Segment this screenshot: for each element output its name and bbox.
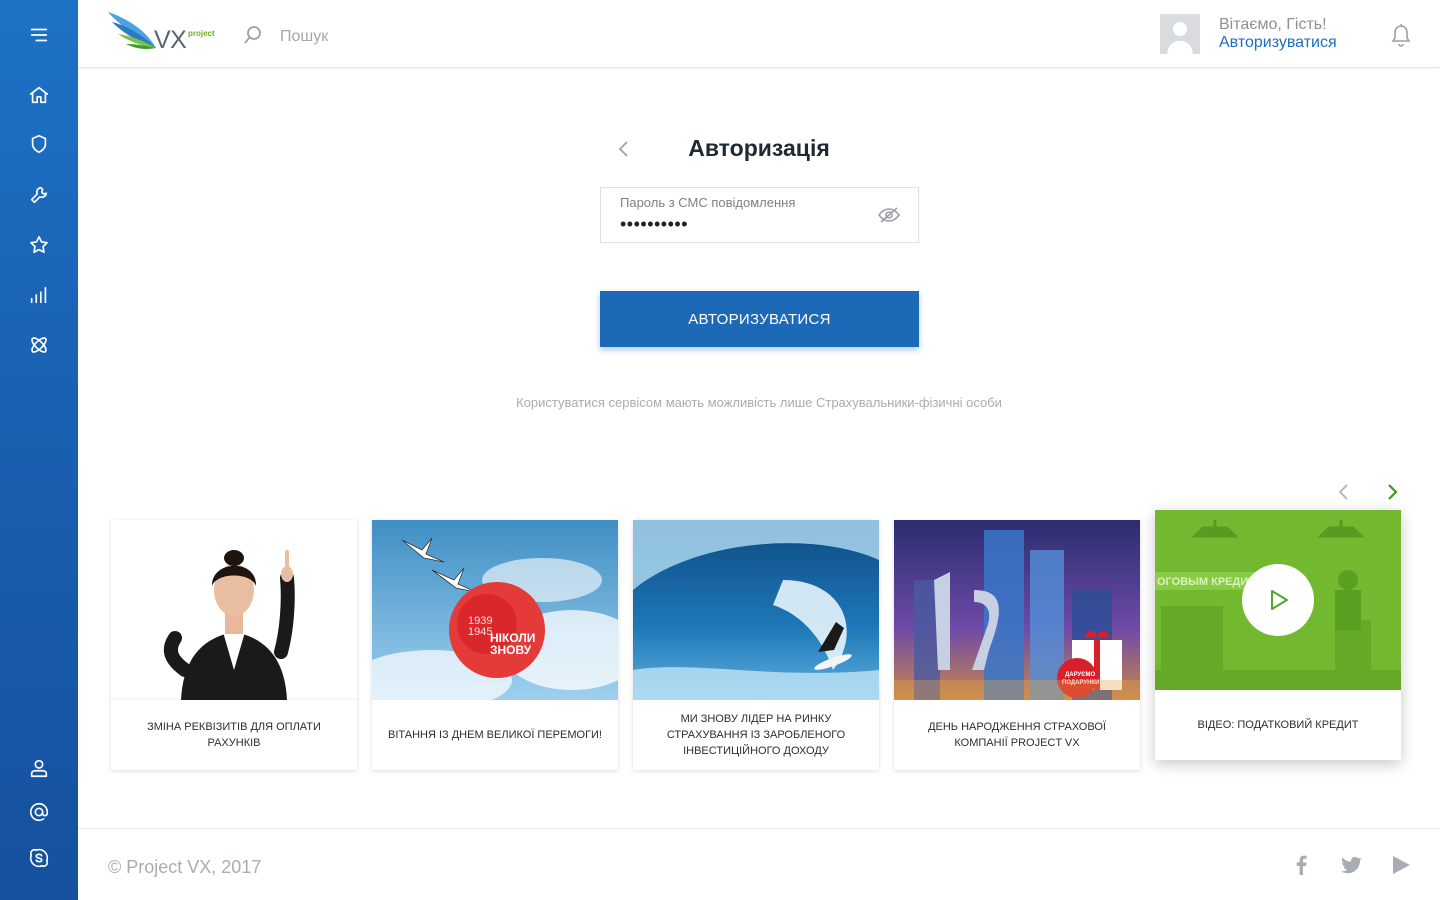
search-icon[interactable] <box>243 25 263 45</box>
password-label: Пароль з СМС повідомлення <box>620 195 796 210</box>
bell-icon[interactable] <box>1389 22 1413 48</box>
auth-note: Користуватися сервісом мають можливість … <box>516 395 1002 410</box>
auth-title: Авторизація <box>688 135 830 161</box>
chart-icon[interactable] <box>27 283 51 307</box>
skype-icon[interactable] <box>27 846 51 870</box>
news-card-title: День народження страхової компанії Proje… <box>928 721 1106 749</box>
video-banner-text: ОГОВЫМ КРЕДИТ <box>1157 576 1255 588</box>
chevron-left-icon <box>1338 484 1348 500</box>
home-icon[interactable] <box>27 83 51 107</box>
carousel-prev-button[interactable] <box>1336 482 1352 502</box>
news-card-image: 1939 1945 НІКОЛИ ЗНОВУ <box>372 520 618 700</box>
tools-icon[interactable] <box>27 183 51 207</box>
menu-icon[interactable] <box>27 23 51 47</box>
news-card-image <box>111 520 357 700</box>
sidebar <box>0 0 78 900</box>
youtube-play-icon[interactable] <box>1389 853 1413 877</box>
play-button[interactable] <box>1242 564 1314 636</box>
avatar[interactable] <box>1160 14 1200 54</box>
login-submit-button[interactable]: АВТОРИЗУВАТИСЯ <box>600 291 919 347</box>
copyright: © Project VX, 2017 <box>108 857 262 877</box>
news-card-title: Відео: податковий кредит <box>1197 719 1359 731</box>
poster-year-2: 1945 <box>468 626 492 638</box>
header-login-link[interactable]: Авторизуватися <box>1219 34 1337 52</box>
news-card[interactable]: ДАРУЄМО ПОДАРУНКИ День народження страхо… <box>894 520 1140 770</box>
news-card[interactable]: 1939 1945 НІКОЛИ ЗНОВУ Вітання із Днем в… <box>372 520 618 770</box>
gift-text-1: ДАРУЄМО <box>1065 672 1096 678</box>
play-icon <box>1271 590 1288 610</box>
user-icon[interactable] <box>27 756 51 780</box>
logo-sub: project <box>188 29 215 38</box>
eye-slash-icon[interactable] <box>877 205 901 225</box>
at-icon[interactable] <box>27 800 51 824</box>
carousel-next-button[interactable] <box>1384 482 1400 502</box>
footer: © Project VX, 2017 <box>78 828 1440 900</box>
news-card[interactable]: Ми знову лідер на ринку страхування із з… <box>633 520 879 770</box>
logo-text: VX <box>154 26 187 54</box>
news-card-image: ДАРУЄМО ПОДАРУНКИ <box>894 520 1140 700</box>
password-field[interactable]: Пароль з СМС повідомлення •••••••••• <box>600 187 919 243</box>
chevron-right-icon <box>1388 484 1398 500</box>
news-card[interactable]: Зміна реквізитів для оплати рахунків <box>111 520 357 770</box>
news-card-title: Вітання із Днем великої Перемоги! <box>388 729 602 741</box>
star-icon[interactable] <box>27 233 51 257</box>
facebook-icon[interactable] <box>1290 853 1314 877</box>
shield-icon[interactable] <box>27 132 51 156</box>
password-value[interactable]: •••••••••• <box>620 214 688 235</box>
news-card[interactable]: ОГОВЫМ КРЕДИТ Відео: податковий кредит <box>1155 510 1401 760</box>
search-input[interactable] <box>280 25 580 49</box>
news-card-image <box>633 520 879 700</box>
poster-text-2: ЗНОВУ <box>490 643 532 657</box>
header: VX project Вітаємо, Гість! Авторизуватис… <box>78 0 1440 68</box>
greeting: Вітаємо, Гість! <box>1219 16 1327 33</box>
news-card-title: Зміна реквізитів для оплати рахунків <box>147 721 321 749</box>
twitter-icon[interactable] <box>1339 853 1363 877</box>
news-card-title: Ми знову лідер на ринку страхування із з… <box>666 713 846 757</box>
atom-icon[interactable] <box>27 333 51 357</box>
